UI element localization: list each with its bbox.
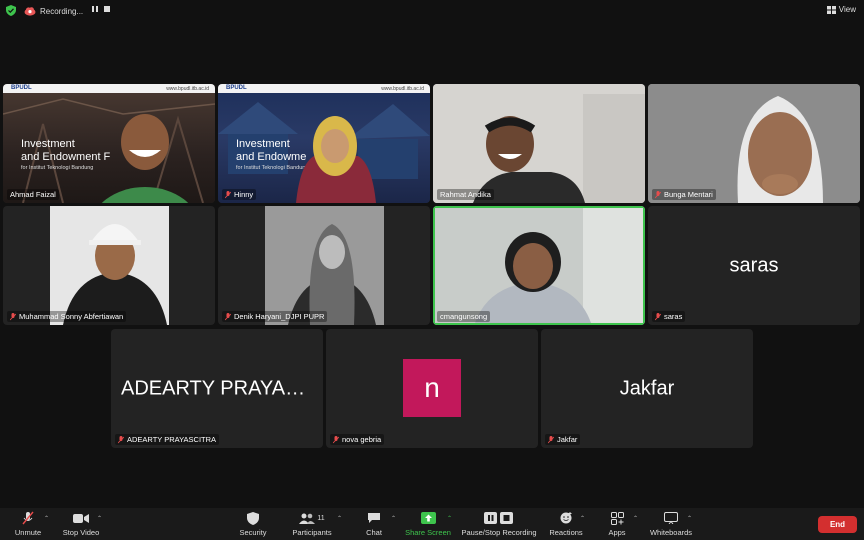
share-screen-icon: [420, 512, 436, 524]
participants-count: 11: [317, 514, 325, 522]
video-tile-saras[interactable]: saras saras: [648, 206, 860, 325]
muted-mic-icon: [225, 312, 231, 320]
video-tile-ahmad-faizal[interactable]: BPUDL www.bpudl.itb.ac.id Investment and…: [3, 84, 215, 203]
participant-video-denik-haryani: [265, 206, 384, 325]
participant-name-label: Jakfar: [545, 434, 581, 445]
security-shield-icon: [6, 5, 16, 16]
participant-name-label: Hinny: [222, 189, 257, 200]
video-tile-muhammad-sonny[interactable]: Muhammad Sonny Abfertiawan: [3, 206, 215, 325]
stop-video-button[interactable]: Stop Video: [46, 511, 116, 537]
apps-icon: [610, 511, 624, 525]
view-label: View: [838, 5, 856, 14]
participants-icon: [299, 513, 316, 524]
video-tile-cmangunsong-active-speaker[interactable]: cmangunsong: [433, 206, 645, 325]
participant-name: Hinny: [234, 190, 254, 199]
participant-name-label: Rahmat Andika: [437, 189, 494, 200]
muted-mic-icon: [118, 435, 124, 443]
view-button[interactable]: View: [826, 5, 856, 14]
video-tile-hinny[interactable]: BPUDL www.bpudl.itb.ac.id Investment and…: [218, 84, 430, 203]
chat-label: Chat: [366, 528, 382, 537]
video-tile-bunga-mentari[interactable]: Bunga Mentari: [648, 84, 860, 203]
participant-name: Jakfar: [557, 435, 578, 444]
participant-video-muhammad-sonny: [50, 206, 169, 325]
pause-stop-recording-label: Pause/Stop Recording: [461, 528, 537, 537]
muted-mic-icon: [655, 190, 661, 198]
whiteboards-button[interactable]: Whiteboards: [636, 511, 706, 537]
reactions-label: Reactions: [549, 528, 583, 537]
security-label: Security: [239, 528, 267, 537]
pause-stop-recording-button[interactable]: Pause/Stop Recording: [461, 511, 537, 537]
meeting-top-bar: Recording... View: [0, 0, 864, 22]
muted-mic-icon: [333, 435, 339, 443]
muted-mic-icon: [655, 312, 661, 320]
video-camera-icon: [73, 513, 89, 523]
end-meeting-button[interactable]: End: [818, 516, 857, 533]
participant-display-name: Jakfar: [619, 377, 675, 399]
participant-name: Denik Haryani_DJPI PUPR: [234, 312, 325, 321]
participant-name: Bunga Mentari: [664, 190, 713, 199]
participant-name-label: Denik Haryani_DJPI PUPR: [222, 311, 328, 322]
video-tile-adearty-prayascitra[interactable]: ADEARTY PRAYAS... ADEARTY PRAYASCITRA: [111, 329, 323, 448]
participants-label: Participants: [292, 528, 332, 537]
participant-name-label: saras: [652, 311, 686, 322]
participant-name: cmangunsong: [440, 312, 488, 321]
security-shield-icon: [247, 511, 259, 525]
meeting-controls-toolbar: Unmute ⌃ Stop Video ⌃ Security 11 Partic…: [0, 508, 864, 540]
participant-name: ADEARTY PRAYASCITRA: [127, 435, 217, 444]
video-options-caret-icon[interactable]: ⌃: [97, 515, 102, 522]
participant-name: Ahmad Faizal: [10, 190, 56, 199]
participant-name-label: Bunga Mentari: [652, 189, 716, 200]
share-screen-label: Share Screen: [405, 528, 451, 537]
participant-name: saras: [664, 312, 683, 321]
participant-name: Rahmat Andika: [440, 190, 491, 199]
pause-recording-icon[interactable]: [91, 5, 99, 13]
muted-mic-icon: [225, 190, 231, 198]
chat-bubble-icon: [368, 513, 380, 523]
video-tile-jakfar[interactable]: Jakfar Jakfar: [541, 329, 753, 448]
whiteboards-label: Whiteboards: [649, 528, 693, 537]
unmute-label: Unmute: [14, 528, 42, 537]
whiteboard-icon: [664, 512, 678, 524]
avatar: n: [403, 359, 461, 417]
participant-name-label: ADEARTY PRAYASCITRA: [115, 434, 220, 445]
share-screen-options-caret-icon[interactable]: ⌃: [447, 515, 452, 522]
participant-video-bunga-mentari: [648, 84, 860, 203]
cloud-recording-icon: [24, 7, 36, 16]
stop-recording-icon[interactable]: [103, 5, 111, 13]
whiteboards-options-caret-icon[interactable]: ⌃: [687, 515, 692, 522]
muted-microphone-icon: [22, 511, 34, 525]
participant-video-rahmat-andika: [433, 84, 645, 203]
recording-indicator[interactable]: Recording...: [24, 4, 83, 18]
apps-label: Apps: [608, 528, 626, 537]
reactions-smiley-icon: [560, 512, 572, 524]
participant-name-label: Ahmad Faizal: [7, 189, 59, 200]
grid-view-icon: [826, 5, 836, 14]
participant-name: nova gebria: [342, 435, 382, 444]
participant-name-label: nova gebria: [330, 434, 385, 445]
video-tile-nova-gebria[interactable]: n nova gebria: [326, 329, 538, 448]
participant-display-name: ADEARTY PRAYAS...: [121, 377, 316, 399]
video-tile-denik-haryani[interactable]: Denik Haryani_DJPI PUPR: [218, 206, 430, 325]
participant-name-label: cmangunsong: [437, 311, 491, 322]
video-tile-rahmat-andika[interactable]: Rahmat Andika: [433, 84, 645, 203]
stop-video-label: Stop Video: [62, 528, 100, 537]
share-screen-button[interactable]: Share Screen: [393, 511, 463, 537]
pause-stop-recording-icon: [484, 512, 513, 524]
muted-mic-icon: [548, 435, 554, 443]
participant-name-label: Muhammad Sonny Abfertiawan: [7, 311, 127, 322]
recording-label: Recording...: [40, 6, 84, 16]
participant-name: Muhammad Sonny Abfertiawan: [19, 312, 124, 321]
participant-video-cmangunsong: [435, 208, 643, 323]
participant-video-ahmad-faizal: [101, 114, 189, 203]
muted-mic-icon: [10, 312, 16, 320]
participant-video-hinny: [296, 116, 376, 203]
participant-display-name: saras: [729, 254, 779, 276]
